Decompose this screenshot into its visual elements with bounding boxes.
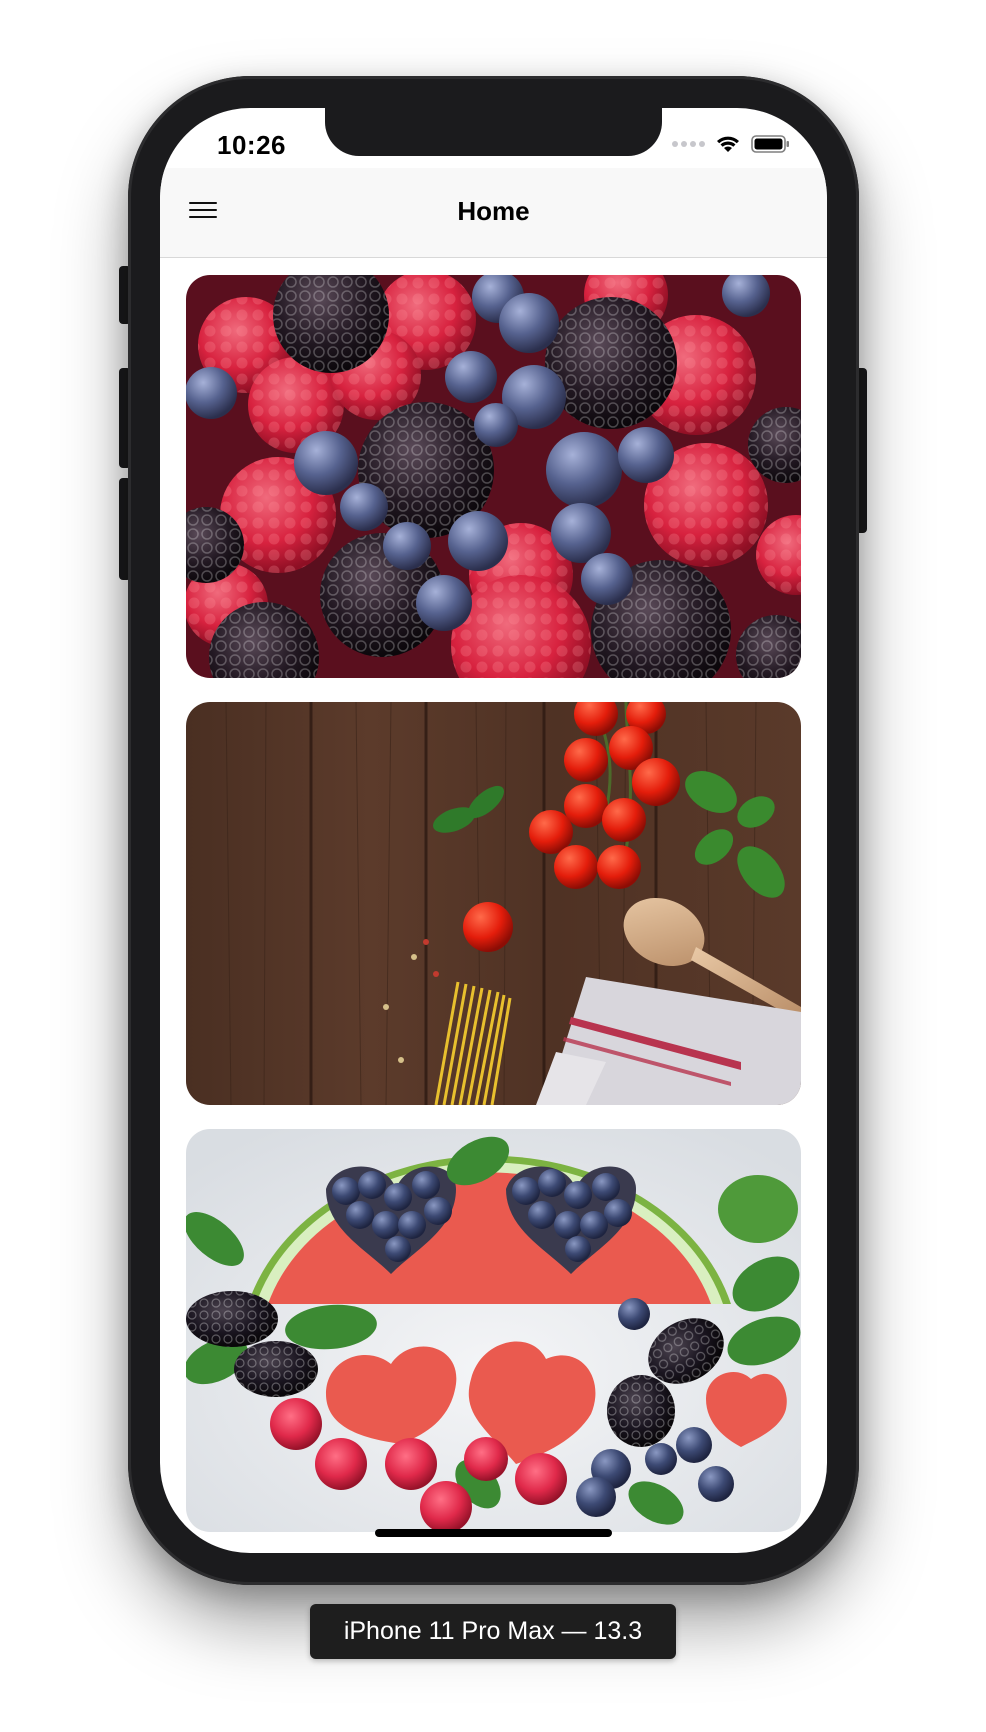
berries-image [186,275,801,678]
pasta-tomatoes-image [186,702,801,1105]
image-card-berries[interactable] [186,275,801,678]
status-time: 10:26 [217,130,286,160]
home-indicator[interactable] [375,1529,612,1537]
status-icons [672,132,791,156]
simulator-stage: 10:26 Home iPhone 11 Pro Max — 13.3 [0,0,986,1732]
navigation-bar: Home [160,168,827,258]
image-list [186,275,801,1553]
wifi-icon [715,134,741,154]
image-card-pasta[interactable] [186,702,801,1105]
watermelon-hearts-image [186,1129,801,1532]
device-label: iPhone 11 Pro Max — 13.3 [310,1604,676,1659]
signal-icon [672,141,705,147]
image-card-watermelon[interactable] [186,1129,801,1532]
battery-icon [751,134,791,154]
device-screen: 10:26 Home [160,108,827,1553]
notch [325,108,662,156]
page-title: Home [457,196,530,226]
